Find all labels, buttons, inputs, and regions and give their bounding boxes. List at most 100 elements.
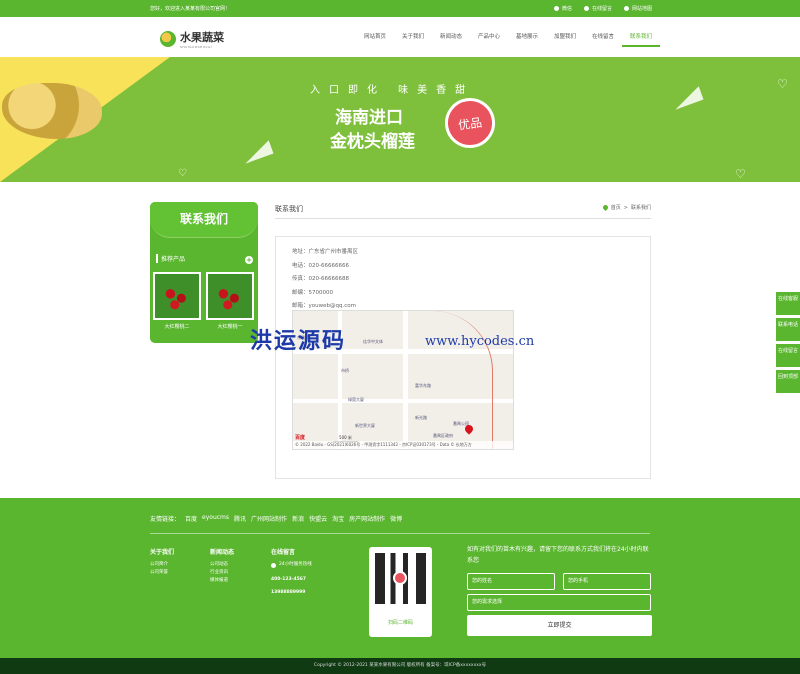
logo-title: 水果蔬菜 <box>180 31 224 44</box>
copyright: Copyright © 2012-2021 某某水果有限公司 版权所有 备案号：… <box>0 658 800 674</box>
nav-products[interactable]: 产品中心 <box>470 32 508 47</box>
welcome-text: 您好，欢迎进入某某有限公司官网！ <box>150 6 231 12</box>
product-card[interactable]: 大红樱桃一 <box>206 272 254 330</box>
friend-link[interactable]: 新浪 <box>292 514 304 523</box>
breadcrumb-separator: > <box>623 204 628 211</box>
map-label: 番禺区政府 <box>433 433 453 438</box>
banner-slogan: 入口即化 味美香甜 <box>310 85 475 96</box>
watermark-cn: 洪运源码 <box>250 329 347 354</box>
nav-base[interactable]: 基地展示 <box>508 32 546 47</box>
friend-link[interactable]: 快盟云 <box>309 514 327 523</box>
weibo-icon <box>393 571 407 585</box>
footer-link[interactable]: 行业资讯 <box>210 569 234 577</box>
float-phone-button[interactable]: 联系电话 <box>776 318 800 341</box>
contact-info: 地址：广东省广州市番禺区 电话：020-66666666 传真：020-6666… <box>292 246 358 314</box>
friend-link[interactable]: 房产网站制作 <box>349 514 385 523</box>
friend-link[interactable]: eyoucms <box>202 514 229 523</box>
footer-link[interactable]: 媒体报道 <box>210 577 234 585</box>
paper-plane-icon <box>240 140 274 164</box>
map-label: 绿茵大厦 <box>348 397 364 402</box>
footer-contact: 在线留言 24小时服务热线 400-123-4567 13988889999 <box>271 547 312 599</box>
banner-line2: 金枕头榴莲 <box>330 132 415 152</box>
nav-home[interactable]: 网站首页 <box>356 32 394 47</box>
map-road <box>403 311 408 449</box>
header: 水果蔬菜 SHUIGUOSHUCAI 网站首页 关于我们 新闻动态 产品中心 基… <box>0 17 800 57</box>
hotline-label: 24小时服务热线 <box>279 562 312 567</box>
cherry-image <box>153 272 201 320</box>
heart-icon: ♡ <box>735 167 746 181</box>
friend-link[interactable]: 广州网站制作 <box>251 514 287 523</box>
weibo-icon <box>553 6 559 11</box>
footer-link[interactable]: 公司简介 <box>150 561 174 569</box>
phone-number-2: 13988889999 <box>271 590 306 595</box>
footer-about-title[interactable]: 关于我们 <box>150 547 174 556</box>
phone-number-1: 400-123-4567 <box>271 577 307 582</box>
heart-icon: ♡ <box>777 77 788 91</box>
friend-links-label: 友情链接： <box>150 516 181 523</box>
phone-icon <box>271 562 276 568</box>
banner: 入口即化 味美香甜 海南进口 金枕头榴莲 优品 ♡ ♡ ♡ <box>0 57 800 182</box>
name-field[interactable]: 您的姓名 <box>467 573 555 590</box>
breadcrumb-home[interactable]: 首页 <box>611 204 621 211</box>
product-name: 大红樱桃二 <box>164 324 190 330</box>
address-text: 地址：广东省广州市番禺区 <box>292 249 359 255</box>
form-intro: 如有对我们的苗木有兴趣，请留下您的联系方式我们将在24小时内联系您 <box>467 546 649 564</box>
footer-divider <box>150 533 650 534</box>
fax-text: 传真：020-66666688 <box>292 276 349 282</box>
qr-card: 扫码二维码 <box>369 547 432 637</box>
phone-field[interactable]: 您的手机 <box>563 573 651 590</box>
content-header: 联系我们 首页 > 联系我们 <box>275 201 651 219</box>
footer-news-title[interactable]: 新闻动态 <box>210 547 234 556</box>
plus-icon[interactable]: + <box>245 256 253 264</box>
paper-plane-icon <box>670 86 704 110</box>
top-link-wechat[interactable]: 微信 <box>553 5 572 12</box>
friend-link[interactable]: 腾讯 <box>234 514 246 523</box>
back-to-top-button[interactable]: 回到顶部 <box>776 370 800 393</box>
message-icon <box>583 6 589 11</box>
footer-link[interactable]: 公司荣誉 <box>150 569 174 577</box>
logo[interactable]: 水果蔬菜 SHUIGUOSHUCAI <box>160 29 224 49</box>
watermark-url: www.hycodes.cn <box>425 334 535 349</box>
product-name: 大红樱桃一 <box>217 324 243 330</box>
phone-text: 电话：020-66666666 <box>292 262 349 269</box>
footer: 友情链接： 百度 eyoucms 腾讯 广州网站制作 新浪 快盟云 淘宝 房产网… <box>0 498 800 658</box>
friend-link[interactable]: 淘宝 <box>332 514 344 523</box>
friend-links: 友情链接： 百度 eyoucms 腾讯 广州网站制作 新浪 快盟云 淘宝 房产网… <box>150 514 402 523</box>
map-label: 市桥 <box>341 368 349 373</box>
float-service-button[interactable]: 在线客服 <box>776 292 800 315</box>
top-link-message[interactable]: 在线留言 <box>583 5 612 12</box>
qr-label: 扫码二维码 <box>387 620 413 626</box>
logo-icon <box>160 31 176 47</box>
nav-message[interactable]: 在线留言 <box>584 32 622 47</box>
nav-news[interactable]: 新闻动态 <box>432 32 470 47</box>
footer-contact-title[interactable]: 在线留言 <box>271 547 312 556</box>
friend-link[interactable]: 百度 <box>185 514 197 523</box>
banner-seal: 优品 <box>441 94 499 152</box>
postcode-text: 邮编：5700000 <box>292 289 333 296</box>
heart-icon: ♡ <box>178 168 187 179</box>
product-card[interactable]: 大红樱桃二 <box>153 272 201 330</box>
submit-button[interactable]: 立即提交 <box>467 615 652 636</box>
map-route <box>433 311 493 449</box>
map-label: 佳华中文体 <box>363 339 383 344</box>
breadcrumb-current[interactable]: 联系我们 <box>631 204 651 211</box>
logo-subtitle: SHUIGUOSHUCAI <box>180 45 213 49</box>
sidebar-title: 联系我们 <box>150 202 258 238</box>
need-field[interactable]: 您的需求选择 <box>467 594 651 611</box>
banner-line1: 海南进口 <box>335 108 403 128</box>
top-bar: 您好，欢迎进入某某有限公司官网！ 微信 在线留言 网站地图 <box>0 0 800 17</box>
map-label: 富华东路 <box>415 383 431 388</box>
nav-join[interactable]: 加盟我们 <box>546 32 584 47</box>
nav-contact[interactable]: 联系我们 <box>622 32 660 47</box>
breadcrumb: 首页 > 联系我们 <box>601 203 651 212</box>
top-link-sitemap[interactable]: 网站地图 <box>623 5 652 12</box>
nav-about[interactable]: 关于我们 <box>394 32 432 47</box>
footer-about: 关于我们 公司简介 公司荣誉 <box>150 547 174 577</box>
footer-link[interactable]: 公司动态 <box>210 561 234 569</box>
friend-link[interactable]: 微博 <box>390 514 402 523</box>
footer-news: 新闻动态 公司动态 行业资讯 媒体报道 <box>210 547 234 585</box>
location-icon <box>601 203 609 212</box>
cherry-image <box>206 272 254 320</box>
map-brand: 百度 <box>295 435 306 441</box>
float-message-button[interactable]: 在线留言 <box>776 344 800 367</box>
